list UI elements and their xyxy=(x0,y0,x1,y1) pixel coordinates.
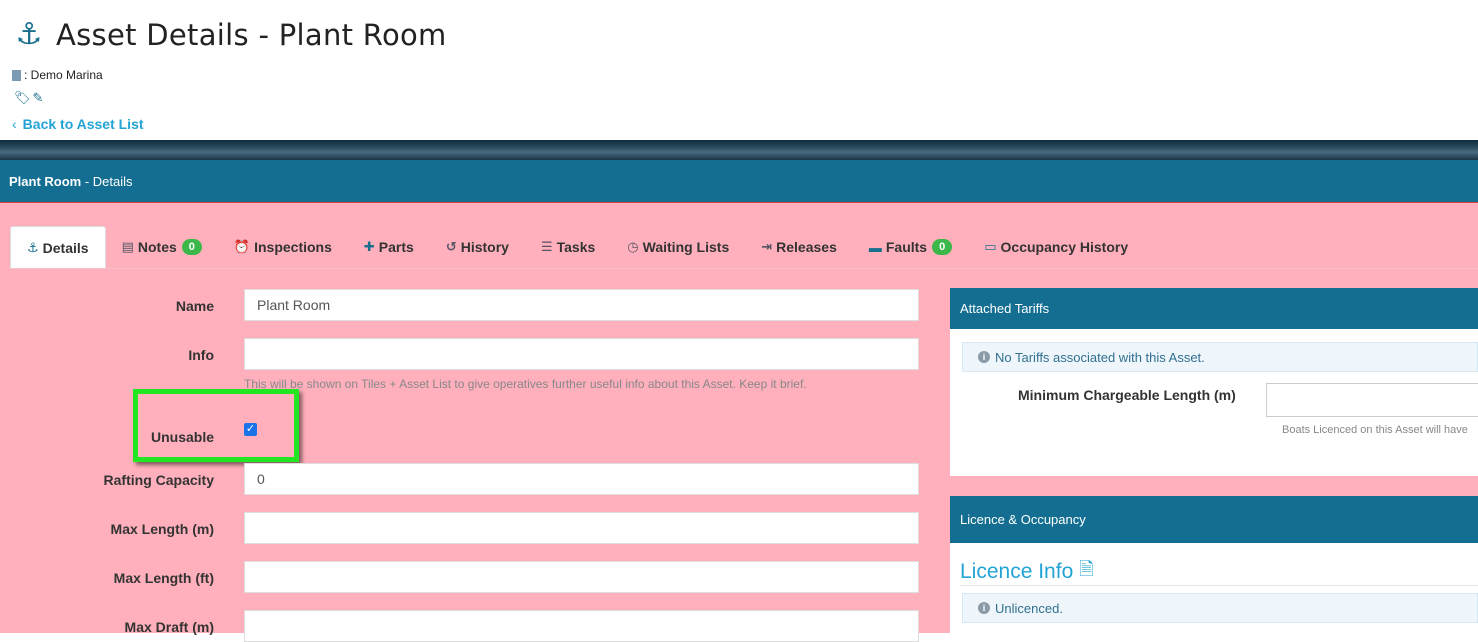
certificate-icon[interactable]: 🗎 xyxy=(1079,557,1093,587)
back-to-asset-list-link[interactable]: ‹ Back to Asset List xyxy=(12,116,144,132)
bus-icon: ▬ xyxy=(868,239,882,255)
action-icons: 🏷 ✎ xyxy=(14,90,43,106)
max-length-ft-input[interactable] xyxy=(244,561,919,593)
unusable-checkbox[interactable]: ✓ xyxy=(244,423,257,436)
tab-inspections[interactable]: ⏰ Inspections xyxy=(218,226,348,268)
licence-info-label: Licence Info xyxy=(960,560,1074,583)
site-name: : Demo Marina xyxy=(24,68,103,82)
tab-history[interactable]: ↺ History xyxy=(430,226,525,268)
max-length-ft-label: Max Length (ft) xyxy=(113,570,214,586)
info-input[interactable] xyxy=(244,338,919,370)
document-icon: ▤ xyxy=(121,239,134,254)
tab-waiting-lists[interactable]: ◷ Waiting Lists xyxy=(611,226,745,268)
checklist-icon: ☰ xyxy=(540,239,553,254)
title-row: ⚓ Asset Details - Plant Room xyxy=(12,18,447,52)
unusable-label: Unusable xyxy=(150,429,214,445)
tab-notes[interactable]: ▤ Notes 0 xyxy=(106,226,218,268)
info-label: Info xyxy=(188,347,214,363)
min-chargeable-length-label: Minimum Chargeable Length (m) xyxy=(1018,387,1236,403)
divider xyxy=(960,585,1478,586)
info-help-text: This will be shown on Tiles + Asset List… xyxy=(244,377,807,391)
clock-icon: ◷ xyxy=(627,239,639,254)
info-icon: i xyxy=(978,602,990,614)
rafting-capacity-label: Rafting Capacity xyxy=(103,472,214,488)
max-draft-input[interactable] xyxy=(244,610,919,642)
building-icon xyxy=(12,69,21,81)
no-tariffs-text: No Tariffs associated with this Asset. xyxy=(995,349,1205,365)
max-length-m-label: Max Length (m) xyxy=(110,521,214,537)
tab-label: Releases xyxy=(776,239,837,255)
site-row: : Demo Marina xyxy=(12,68,103,82)
tab-label: Faults xyxy=(885,239,928,255)
name-label: Name xyxy=(175,298,214,314)
tab-releases[interactable]: ⇥ Releases xyxy=(745,226,853,268)
tab-tasks[interactable]: ☰ Tasks xyxy=(525,226,611,268)
sign-out-icon: ⇥ xyxy=(761,239,773,254)
tab-label: Waiting Lists xyxy=(642,239,730,255)
page-header: ⚓ Asset Details - Plant Room : Demo Mari… xyxy=(0,0,1478,140)
tab-faults[interactable]: ▬ Faults 0 xyxy=(853,226,968,268)
unlicenced-alert: i Unlicenced. xyxy=(962,593,1478,623)
anchor-icon: ⚓ xyxy=(27,239,39,255)
tab-occupancy-history[interactable]: ▭ Occupancy History xyxy=(968,226,1144,268)
bed-icon: ▭ xyxy=(984,239,997,254)
tab-divider xyxy=(10,268,1478,269)
panel-title-bar: Plant Room - Details xyxy=(0,160,1478,203)
faults-count-badge: 0 xyxy=(932,239,953,255)
edit-icon[interactable]: ✎ xyxy=(33,90,44,106)
no-tariffs-alert: i No Tariffs associated with this Asset. xyxy=(962,342,1478,372)
name-input[interactable]: Plant Room xyxy=(244,289,919,321)
anchor-icon: ⚓ xyxy=(15,18,43,51)
panel-suffix: - Details xyxy=(81,174,133,189)
min-chargeable-length-input[interactable] xyxy=(1266,383,1478,417)
tab-label: Occupancy History xyxy=(1000,239,1129,255)
back-link-label: Back to Asset List xyxy=(22,116,144,132)
tab-label: Inspections xyxy=(254,239,332,255)
notes-count-badge: 0 xyxy=(181,239,202,255)
licence-info-title: Licence Info 🗎 xyxy=(960,557,1094,587)
rafting-capacity-input[interactable]: 0 xyxy=(244,463,919,495)
tab-label: Notes xyxy=(137,239,177,255)
tab-label: Parts xyxy=(378,239,414,255)
min-length-help-text: Boats Licenced on this Asset will have xyxy=(1282,424,1468,436)
tab-details[interactable]: ⚓ Details xyxy=(10,226,106,268)
info-icon: i xyxy=(978,351,990,363)
tab-parts[interactable]: ✚ Parts xyxy=(348,226,430,268)
tab-bar: ⚓ Details ▤ Notes 0 ⏰ Inspections ✚ Part… xyxy=(10,226,1144,268)
header-banner-image xyxy=(0,140,1478,160)
panel-asset-name: Plant Room xyxy=(9,174,82,189)
page-title: Asset Details - Plant Room xyxy=(56,18,447,52)
history-icon: ↺ xyxy=(445,239,457,254)
tab-label: Details xyxy=(42,239,89,256)
chevron-left-icon: ‹ xyxy=(12,116,17,132)
attached-tariffs-card: Attached Tariffs xyxy=(950,288,1478,476)
max-length-m-input[interactable] xyxy=(244,512,919,544)
puzzle-icon: ✚ xyxy=(363,239,375,254)
tags-icon[interactable]: 🏷 xyxy=(14,90,31,106)
alarm-clock-icon: ⏰ xyxy=(233,239,251,254)
attached-tariffs-heading: Attached Tariffs xyxy=(950,288,1478,329)
unlicenced-text: Unlicenced. xyxy=(995,600,1063,616)
licence-occupancy-heading: Licence & Occupancy xyxy=(950,496,1478,543)
tab-label: History xyxy=(460,239,509,255)
tab-label: Tasks xyxy=(556,239,596,255)
